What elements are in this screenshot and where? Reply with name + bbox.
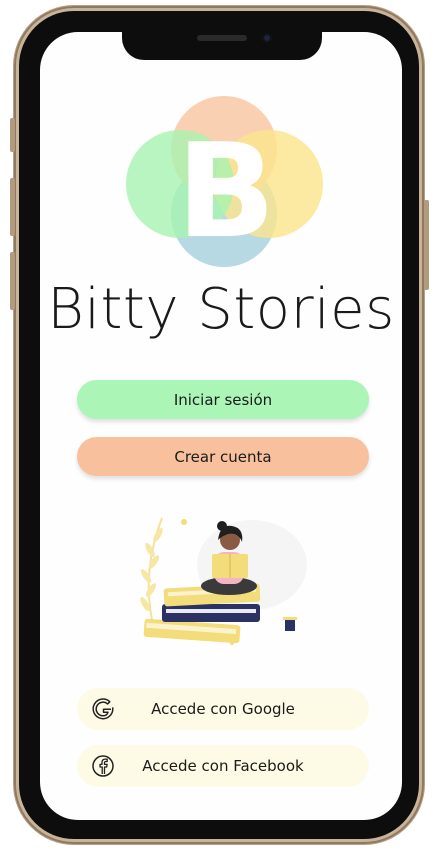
app-screen: B Bitty Stories Iniciar sesión Crear cue… xyxy=(40,32,402,820)
google-login-label: Accede con Google xyxy=(151,700,295,718)
facebook-icon xyxy=(92,755,114,777)
phone-volume-up xyxy=(10,178,15,236)
phone-notch xyxy=(122,28,322,60)
google-icon xyxy=(92,698,114,720)
google-login-button[interactable]: Accede con Google xyxy=(77,688,369,730)
register-button[interactable]: Crear cuenta xyxy=(77,437,369,476)
facebook-login-button[interactable]: Accede con Facebook xyxy=(77,745,369,787)
earpiece-speaker xyxy=(197,35,247,41)
phone-power-button xyxy=(424,200,429,290)
front-camera xyxy=(262,33,272,43)
bitty-stories-logo: B xyxy=(126,96,323,267)
reading-on-books-illustration xyxy=(140,517,307,645)
login-button[interactable]: Iniciar sesión xyxy=(77,380,369,419)
phone-volume-down xyxy=(10,252,15,310)
facebook-login-label: Accede con Facebook xyxy=(142,757,304,775)
app-title: Bitty Stories xyxy=(47,277,395,342)
logo-letter: B xyxy=(176,115,275,267)
phone-silent-switch xyxy=(10,118,15,152)
coffee-cup xyxy=(283,617,297,631)
wheat-leaves xyxy=(140,527,163,612)
